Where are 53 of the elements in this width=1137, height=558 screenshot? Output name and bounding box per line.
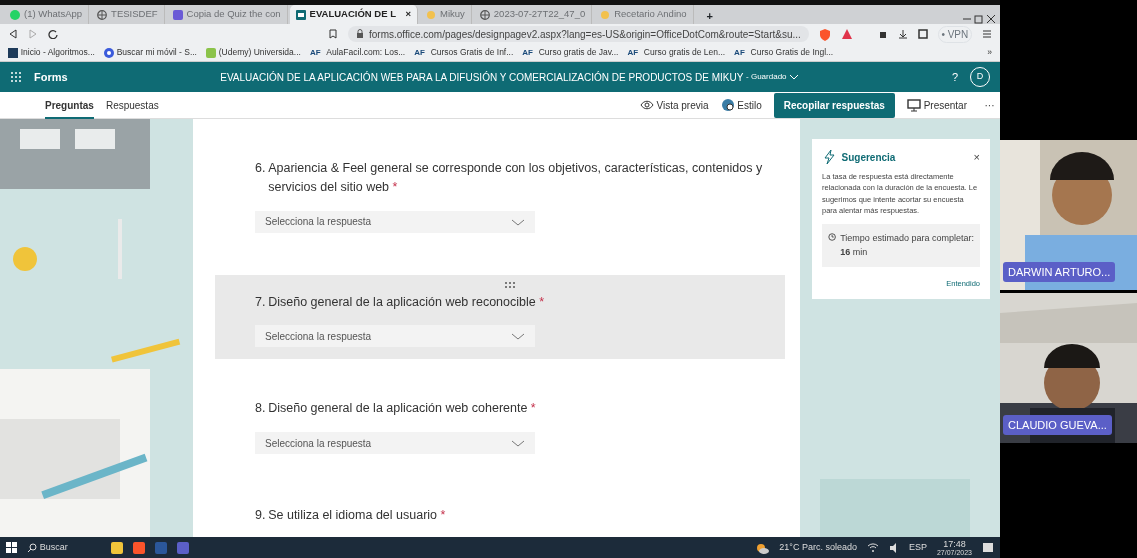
help-button[interactable]: ? — [951, 68, 958, 86]
globe-icon — [97, 9, 108, 20]
toolbar-link[interactable]: Presentar — [906, 97, 967, 113]
participant-name: CLAUDIO GUEVA... — [1003, 414, 1112, 435]
windows-start-icon[interactable] — [6, 542, 17, 553]
search-icon — [27, 542, 37, 553]
bookmark-link[interactable]: AF AulaFacil.com: Los... — [309, 46, 406, 59]
clock-time[interactable]: 17:48 — [943, 539, 966, 549]
volume-icon[interactable] — [888, 541, 899, 554]
more-button[interactable]: ··· — [979, 97, 1000, 113]
sidebar-icon[interactable] — [917, 29, 928, 39]
wifi-icon[interactable] — [866, 542, 879, 553]
bookmark-link[interactable]: AF Curso gratis de Len... — [627, 46, 726, 59]
weather-text[interactable]: 21°C Parc. soleado — [779, 540, 857, 555]
back-icon[interactable] — [8, 29, 18, 39]
bookmark-link[interactable]: (Udemy) Universida... — [205, 46, 301, 59]
bookmark-icon[interactable] — [328, 29, 338, 39]
bookmark-link[interactable]: AF Cursos Gratis de Inf... — [414, 46, 514, 59]
weather-icon[interactable] — [755, 541, 770, 554]
address-bar[interactable]: forms.office.com/pages/designpagev2.aspx?lang=es-US&origin=OfficeDotCom&route=Start&su... — [348, 26, 809, 42]
notification-icon[interactable] — [982, 542, 994, 553]
reload-icon[interactable] — [48, 29, 58, 39]
language-indicator[interactable]: ESP — [908, 540, 927, 555]
toolbar-link[interactable]: Vista previa — [639, 97, 709, 113]
bookmark-link[interactable]: AF Curso Gratis de Ingl... — [734, 46, 834, 59]
triangle-icon[interactable] — [840, 28, 853, 40]
save-status: - Guardado — [746, 71, 787, 83]
chevron-down-icon[interactable] — [789, 72, 800, 82]
bookmark-link[interactable]: Inicio - Algoritmos... — [8, 46, 95, 59]
palette-icon — [720, 98, 735, 112]
monitor-icon — [906, 98, 921, 112]
eye-icon — [639, 99, 654, 111]
lock-icon — [356, 29, 364, 39]
form-tab[interactable]: Respuestas — [105, 91, 159, 119]
app-launcher-icon[interactable] — [10, 71, 22, 83]
close-icon[interactable] — [986, 14, 996, 24]
restore-icon[interactable] — [974, 14, 984, 24]
collect-responses-button[interactable]: Recopilar respuestas — [773, 92, 895, 118]
download-icon[interactable] — [897, 29, 908, 39]
app-name: Forms — [34, 69, 68, 85]
close-tab-button[interactable]: × — [405, 7, 411, 22]
menu-icon[interactable] — [982, 29, 992, 39]
participant-name: DARWIN ARTURO... — [1003, 261, 1116, 282]
form-title[interactable]: EVALUACIÓN DE LA APLICACIÓN WEB PARA LA DIFUSIÓN Y COMERCIALIZACIÓN DE PRODUCTOS DE MIKUY — [220, 69, 744, 85]
shield-icon[interactable] — [818, 27, 831, 41]
bookmark-link[interactable]: Buscar mi móvil - S... — [103, 46, 197, 59]
globe-icon — [479, 9, 490, 20]
new-tab-button[interactable]: + — [695, 7, 724, 24]
browser-tab[interactable]: EVALUACIÓN DE L × — [289, 5, 418, 24]
more-bookmarks-button[interactable]: » — [987, 46, 992, 59]
bookmark-link[interactable]: AF Curso gratis de Jav... — [522, 46, 619, 59]
toolbar-link[interactable]: Estilo — [720, 97, 762, 113]
taskbar-search[interactable]: Buscar — [27, 540, 101, 555]
